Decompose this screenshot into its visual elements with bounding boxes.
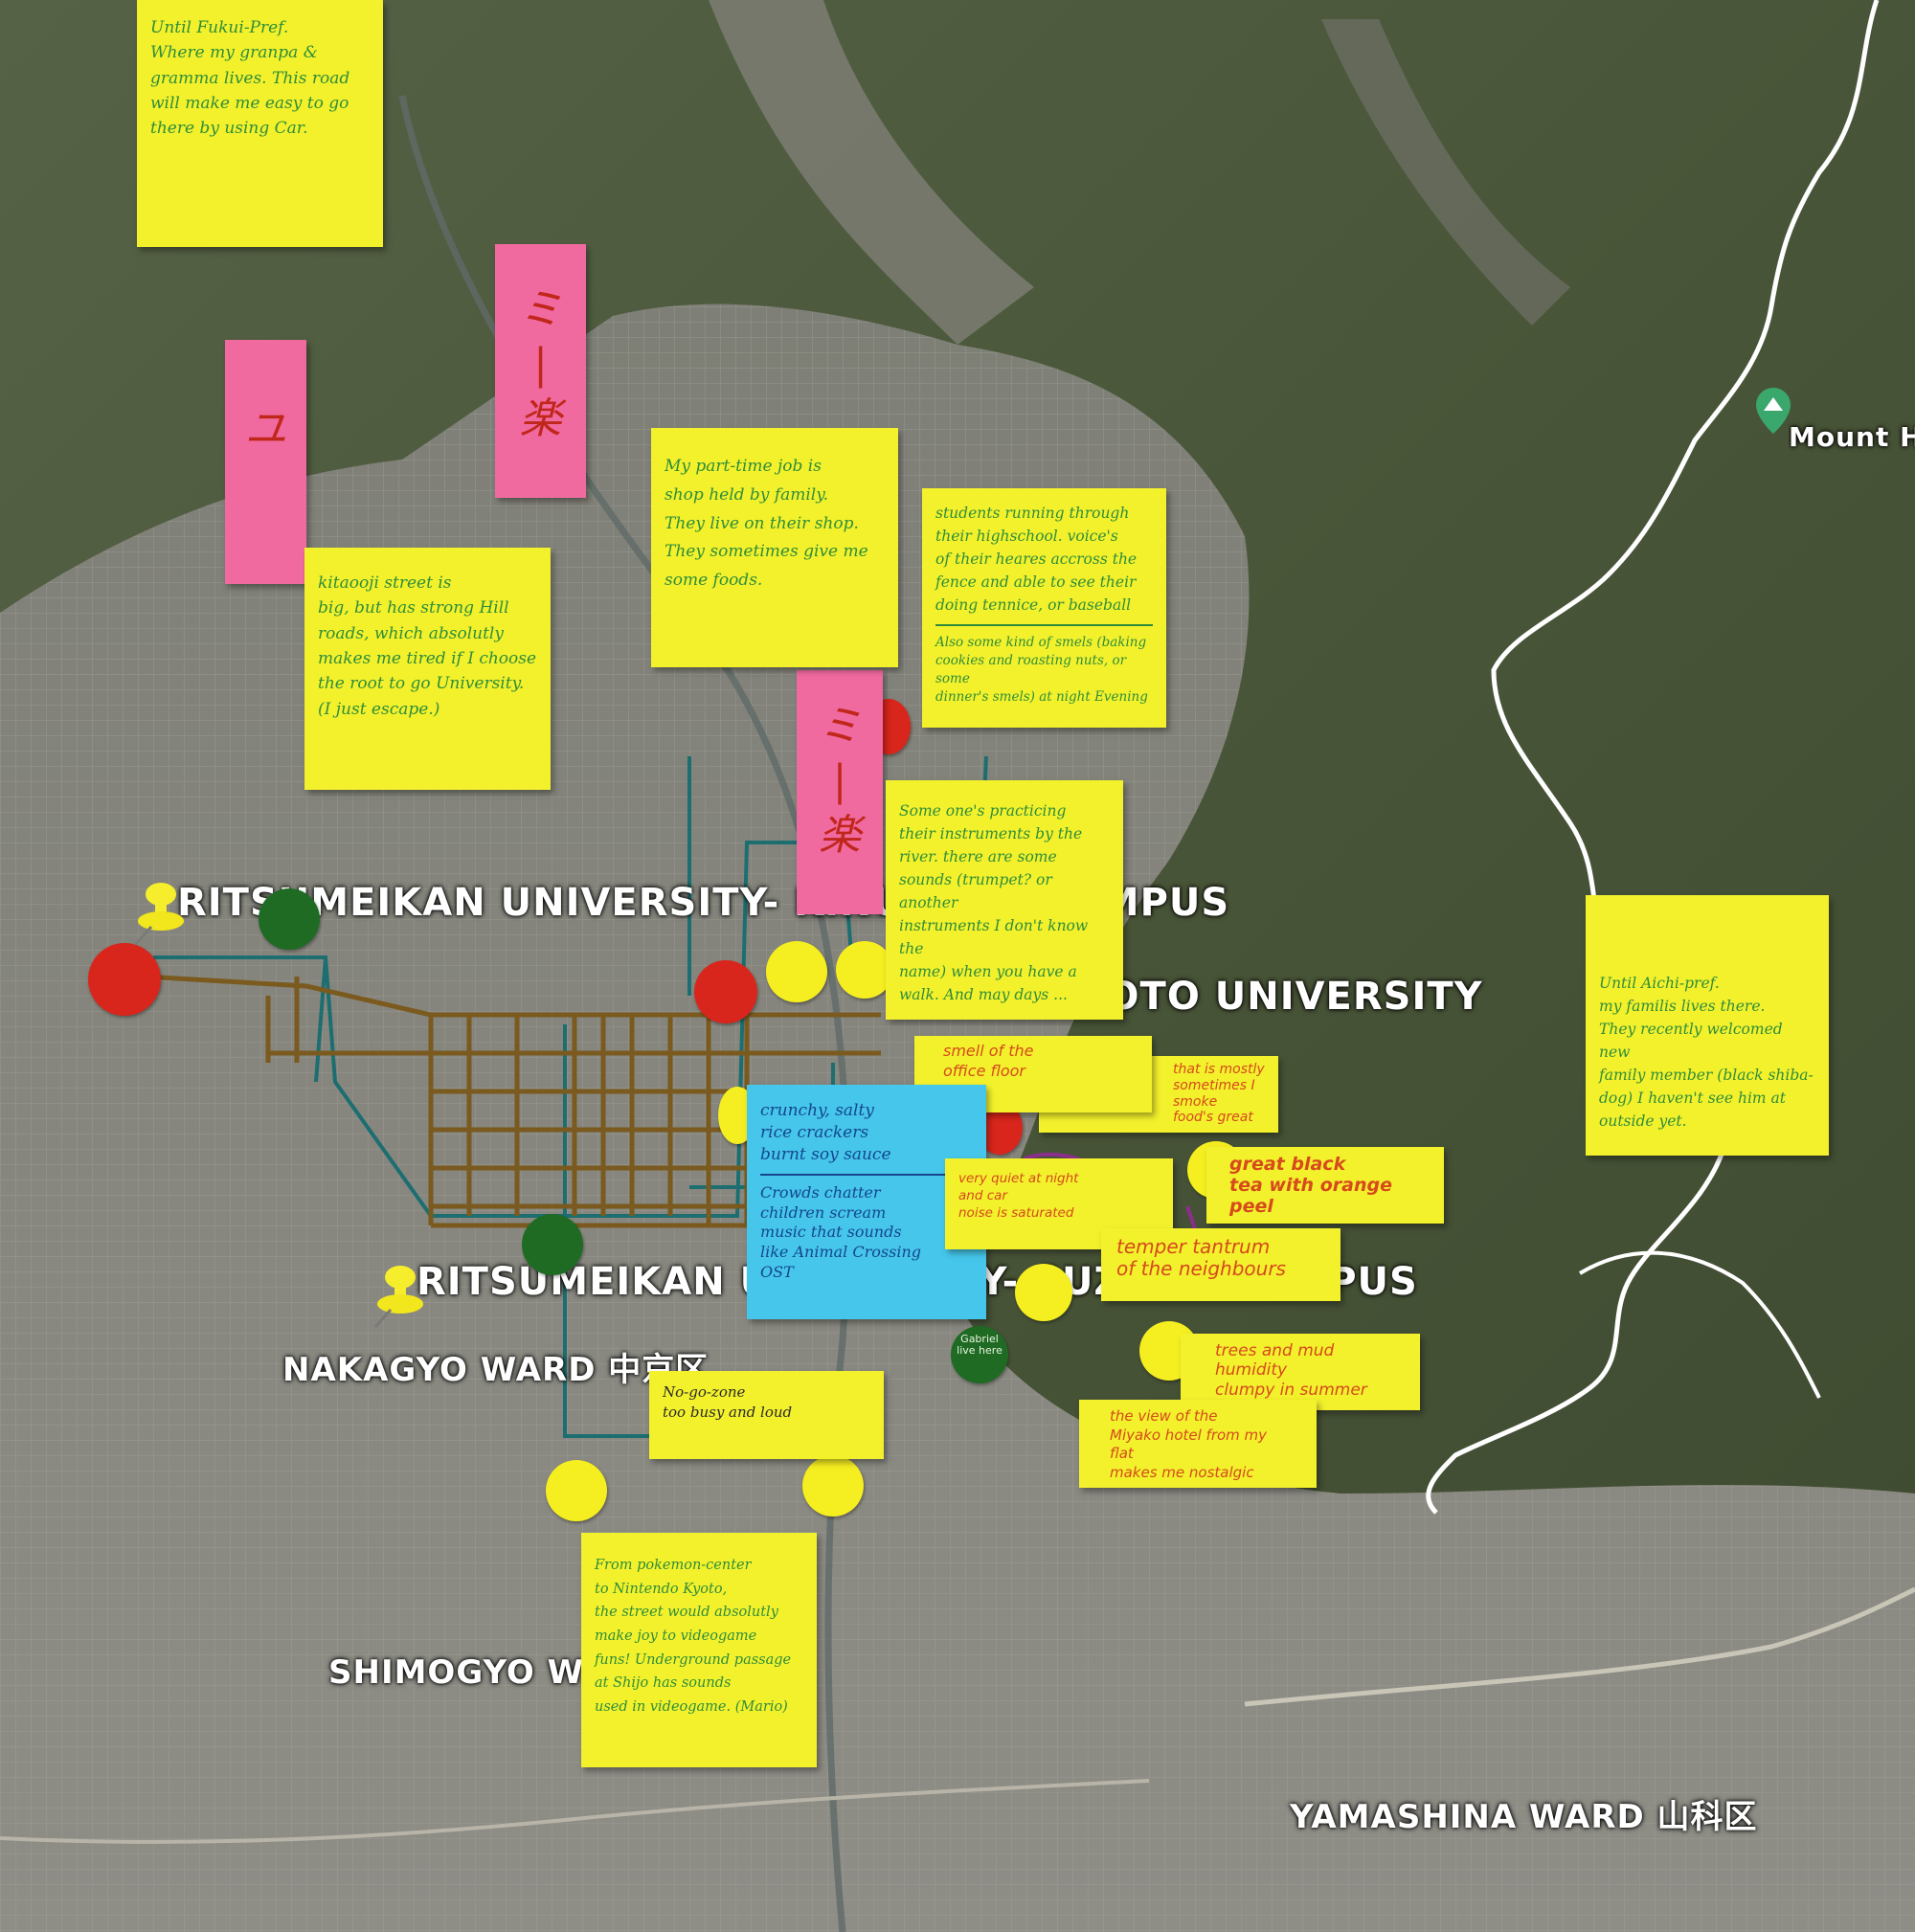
red-dot bbox=[88, 943, 161, 1016]
yellow-dot bbox=[546, 1460, 607, 1521]
mountain-marker-icon[interactable] bbox=[1756, 388, 1791, 434]
pink-note[interactable]: ミ | 楽 bbox=[797, 670, 883, 914]
yellow-dot bbox=[1015, 1264, 1072, 1321]
note-text: students running through their highschoo… bbox=[935, 505, 1138, 615]
note-text: crunchy, salty rice crackers burnt soy s… bbox=[760, 1101, 891, 1164]
note-text: Crowds chatter children scream music tha… bbox=[760, 1182, 921, 1281]
sticky-note-kitaooji[interactable]: kitaooji street is big, but has strong H… bbox=[304, 548, 551, 790]
sticky-note-instruments[interactable]: Some one's practicing their instruments … bbox=[886, 780, 1123, 1020]
yellow-dot bbox=[766, 941, 827, 1002]
yellow-pushpin-icon[interactable] bbox=[132, 881, 190, 948]
note-text: Also some kind of smels (baking cookies … bbox=[935, 635, 1148, 705]
note-text: Until Aichi-pref. my familis lives there… bbox=[1599, 975, 1814, 1131]
yellow-dot bbox=[836, 941, 893, 999]
sticky-note-miyako[interactable]: the view of the Miyako hotel from my fla… bbox=[1079, 1400, 1317, 1488]
sticky-note-black-tea[interactable]: great black tea with orange peel bbox=[1206, 1147, 1444, 1224]
green-dot bbox=[259, 888, 320, 950]
sticky-note-trees[interactable]: trees and mud humidity clumpy in summer bbox=[1181, 1334, 1420, 1410]
label-mount-hiei: Mount Hiei bbox=[1789, 421, 1915, 453]
note-divider bbox=[760, 1173, 973, 1176]
red-dot bbox=[694, 960, 757, 1023]
pink-note[interactable]: ユ bbox=[225, 340, 306, 584]
note-text: the view of the Miyako hotel from my fla… bbox=[1110, 1407, 1268, 1481]
sticky-note-no-go[interactable]: No-go-zone too busy and loud bbox=[649, 1371, 884, 1459]
sticky-note-pokemon[interactable]: From pokemon-center to Nintendo Kyoto, t… bbox=[581, 1533, 817, 1767]
note-text: ミ | 楽 bbox=[519, 285, 562, 444]
green-dot bbox=[522, 1214, 583, 1275]
note-text: Some one's practicing their instruments … bbox=[899, 802, 1089, 1004]
note-text: very quiet at night and car noise is sat… bbox=[958, 1171, 1079, 1222]
pink-note[interactable]: ミ | 楽 bbox=[495, 244, 586, 498]
note-text: trees and mud humidity clumpy in summer bbox=[1215, 1341, 1367, 1400]
note-text: My part-time job is shop held by family.… bbox=[665, 457, 868, 590]
note-text: kitaooji street is big, but has strong H… bbox=[318, 573, 537, 719]
note-text: From pokemon-center to Nintendo Kyoto, t… bbox=[595, 1558, 792, 1715]
label-yamashina-ward: YAMASHINA WARD 山科区 bbox=[1290, 1798, 1758, 1836]
yellow-dot bbox=[802, 1455, 864, 1516]
dot-label: Gabriel live here bbox=[957, 1333, 1003, 1358]
note-divider bbox=[935, 624, 1153, 627]
note-text: ミ | 楽 bbox=[819, 702, 861, 861]
note-text: that is mostly sometimes I smoke food's … bbox=[1173, 1062, 1265, 1126]
sticky-note-parttime[interactable]: My part-time job is shop held by family.… bbox=[651, 428, 898, 667]
note-text: smell of the office floor bbox=[943, 1042, 1034, 1080]
sticky-note-students[interactable]: students running through their highschoo… bbox=[922, 488, 1166, 728]
label-nakagyo-ward: NAKAGYO WARD 中京区 bbox=[282, 1351, 710, 1389]
sticky-note-aichi[interactable]: Until Aichi-pref. my familis lives there… bbox=[1586, 895, 1829, 1156]
note-text: great black tea with orange peel bbox=[1229, 1154, 1392, 1217]
sticky-note-fukui[interactable]: Until Fukui-Pref. Where my granpa & gram… bbox=[137, 0, 383, 247]
note-text: ユ bbox=[244, 405, 287, 454]
sticky-note-tantrum[interactable]: temper tantrum of the neighbours bbox=[1101, 1228, 1340, 1301]
note-text: Until Fukui-Pref. Where my granpa & gram… bbox=[150, 18, 350, 139]
yellow-pushpin-icon[interactable] bbox=[372, 1264, 429, 1331]
note-text: No-go-zone too busy and loud bbox=[663, 1383, 793, 1421]
note-text: temper tantrum of the neighbours bbox=[1116, 1235, 1286, 1280]
